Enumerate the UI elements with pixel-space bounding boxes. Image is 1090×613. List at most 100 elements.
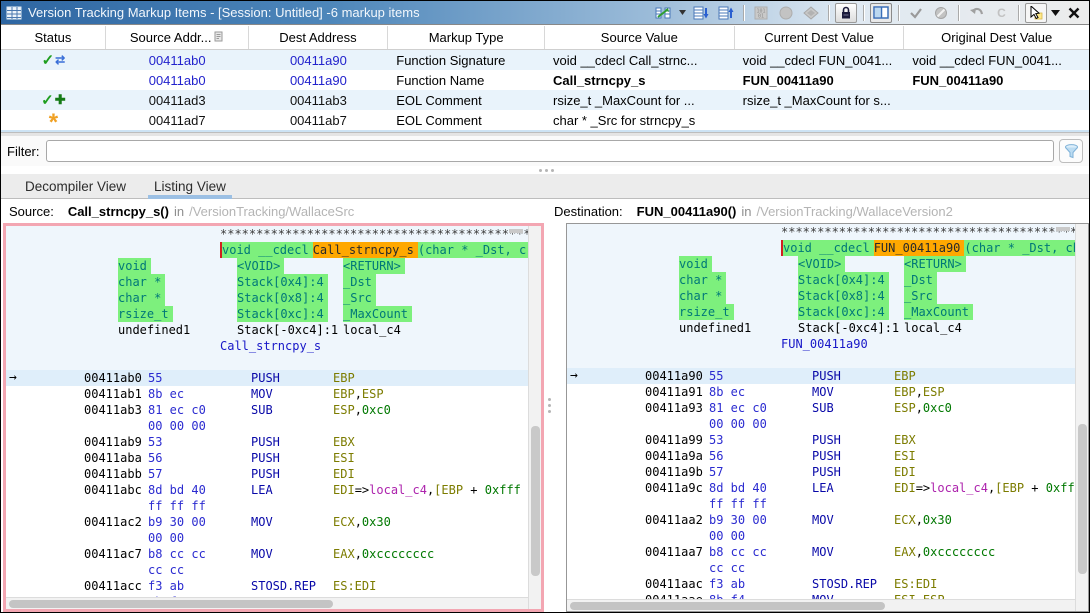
horizontal-scrollbar[interactable] bbox=[6, 597, 528, 609]
tool-options-caret-icon[interactable] bbox=[1050, 3, 1060, 23]
filter-input[interactable] bbox=[46, 140, 1055, 162]
column-header-markup-type[interactable]: Markup Type bbox=[388, 26, 545, 49]
table-body: ✓⇄00411ab000411a90Function Signaturevoid… bbox=[1, 50, 1089, 130]
table-arrow-up-icon[interactable] bbox=[715, 3, 737, 23]
instruction-bytes-continuation[interactable]: cc cc bbox=[567, 560, 1088, 576]
instruction-operands: EBP,ESP bbox=[333, 386, 541, 402]
column-header-source-addr-[interactable]: Source Addr... bbox=[106, 26, 249, 49]
instruction-line[interactable]: 00411aa2b9 30 00MOVECX,0x30 bbox=[567, 512, 1088, 528]
instruction-line[interactable]: 00411ac7b8 cc ccMOVEAX,0xcccccccc bbox=[6, 546, 541, 562]
vertical-scrollbar[interactable] bbox=[528, 226, 541, 609]
tab-listing-view[interactable]: Listing View bbox=[140, 175, 240, 198]
instruction-address: 00411abb bbox=[84, 466, 148, 482]
instruction-line[interactable]: 00411a9381 ec c0SUBESP,0xc0 bbox=[567, 400, 1088, 416]
variable-line[interactable]: rsize_tStack[0xc]:4_MaxCount bbox=[567, 304, 1088, 320]
plate-comment-line[interactable]: ****************************************… bbox=[567, 224, 1088, 240]
variable-line[interactable]: char *Stack[0x8]:4_Src bbox=[6, 290, 541, 306]
variable-type: char * bbox=[679, 288, 726, 304]
markup-table-row[interactable]: 00411ab000411a90Function NameCall_strncp… bbox=[1, 70, 1089, 90]
source-listing[interactable]: ****************************************… bbox=[6, 226, 541, 609]
source-listing-panel[interactable]: ****************************************… bbox=[3, 223, 544, 612]
column-header-dest-address[interactable]: Dest Address bbox=[249, 26, 389, 49]
instruction-line[interactable]: →00411a9055PUSHEBP bbox=[567, 368, 1088, 384]
instruction-line[interactable]: 00411accf3 abSTOSD.REPES:EDI bbox=[6, 578, 541, 594]
instruction-address: 00411a9b bbox=[645, 464, 709, 480]
tab-decompiler-view[interactable]: Decompiler View bbox=[11, 175, 140, 198]
instruction-line[interactable]: 00411aacf3 abSTOSD.REPES:EDI bbox=[567, 576, 1088, 592]
instruction-line[interactable]: 00411a918b ecMOVEBP,ESP bbox=[567, 384, 1088, 400]
column-header-status[interactable]: Status bbox=[1, 26, 106, 49]
instruction-line[interactable]: 00411a9953PUSHEBX bbox=[567, 432, 1088, 448]
variable-line[interactable]: void<VOID><RETURN> bbox=[567, 256, 1088, 272]
dual-panel-icon[interactable] bbox=[870, 3, 892, 23]
table-arrow-down-icon[interactable] bbox=[690, 3, 712, 23]
variable-line[interactable]: undefined1Stack[-0xc4]:1local_c4 bbox=[567, 320, 1088, 336]
instruction-line[interactable]: 00411ab18b ecMOVEBP,ESP bbox=[6, 386, 541, 402]
undo-icon bbox=[965, 3, 987, 23]
instruction-bytes-continuation[interactable]: ff ff ff bbox=[567, 496, 1088, 512]
horizontal-scrollbar[interactable] bbox=[567, 599, 1075, 611]
instruction-operands: EBX bbox=[894, 432, 1088, 448]
source-header: Source: Call_strncpy_s() in /VersionTrac… bbox=[1, 204, 546, 219]
instruction-bytes-continuation[interactable]: cc cc bbox=[6, 562, 541, 578]
instruction-line[interactable]: 00411a9a56PUSHESI bbox=[567, 448, 1088, 464]
filter-label: Filter: bbox=[7, 144, 40, 159]
column-header-source-value[interactable]: Source Value bbox=[545, 26, 735, 49]
column-header-current-dest-value[interactable]: Current Dest Value bbox=[735, 26, 905, 49]
destination-listing-panel[interactable]: ****************************************… bbox=[566, 223, 1089, 612]
instruction-line[interactable]: 00411a9c8d bd 40LEAEDI=>local_c4,[EBP + … bbox=[567, 480, 1088, 496]
instruction-bytes-continuation[interactable]: 00 00 00 bbox=[567, 416, 1088, 432]
instruction-line[interactable]: 00411abb57PUSHEDI bbox=[6, 466, 541, 482]
binary-101-icon: 101 01 bbox=[750, 3, 772, 23]
titlebar-toolbar: 101 01 bbox=[652, 3, 1089, 23]
instruction-bytes-continuation[interactable]: 00 00 bbox=[567, 528, 1088, 544]
markup-table-row[interactable]: ✓⇄00411ab000411a90Function Signaturevoid… bbox=[1, 50, 1089, 70]
instruction-operands: EAX,0xcccccccc bbox=[333, 546, 541, 562]
variable-storage: Stack[0x8]:4 bbox=[798, 288, 889, 304]
variable-line[interactable]: void<VOID><RETURN> bbox=[6, 258, 541, 274]
plate-comment-line[interactable]: ****************************************… bbox=[6, 226, 541, 242]
function-label-line[interactable]: FUN_00411a90 bbox=[567, 336, 1088, 352]
markup-table-row[interactable]: *00411ad700411ab7EOL Commentchar * _Src … bbox=[1, 110, 1089, 130]
instruction-bytes-continuation[interactable]: 00 00 bbox=[6, 530, 541, 546]
function-signature-line[interactable]: void __cdecl Call_strncpy_s(char * _Dst,… bbox=[6, 242, 541, 258]
destination-header: Destination: FUN_00411a90() in /VersionT… bbox=[546, 204, 1089, 219]
instruction-line[interactable]: 00411aba56PUSHESI bbox=[6, 450, 541, 466]
horizontal-splitter[interactable] bbox=[1, 166, 1089, 174]
instruction-line[interactable]: 00411ac2b9 30 00MOVECX,0x30 bbox=[6, 514, 541, 530]
function-signature-line[interactable]: void __cdecl FUN_00411a90(char * _Dst, c… bbox=[567, 240, 1088, 256]
instruction-mnemonic: STOSD.REP bbox=[812, 576, 894, 592]
instruction-address: 00411ac7 bbox=[84, 546, 148, 562]
variable-type: undefined1 bbox=[679, 320, 755, 336]
variable-line[interactable]: char *Stack[0x4]:4_Dst bbox=[6, 274, 541, 290]
lock-icon[interactable] bbox=[835, 3, 857, 23]
destination-listing[interactable]: ****************************************… bbox=[567, 224, 1088, 608]
vertical-scrollbar[interactable] bbox=[1075, 224, 1088, 611]
column-header-original-dest-value[interactable]: Original Dest Value bbox=[904, 26, 1089, 49]
instruction-bytes-continuation[interactable]: 00 00 00 bbox=[6, 418, 541, 434]
instruction-line[interactable]: 00411a9b57PUSHEDI bbox=[567, 464, 1088, 480]
instruction-mnemonic: STOSD.REP bbox=[251, 578, 333, 594]
funnel-icon[interactable] bbox=[1059, 139, 1083, 163]
variable-storage: Stack[0xc]:4 bbox=[237, 306, 328, 322]
instruction-line[interactable]: 00411aa7b8 cc ccMOVEAX,0xcccccccc bbox=[567, 544, 1088, 560]
cursor-arrow-icon[interactable] bbox=[1025, 3, 1047, 23]
function-label-line[interactable]: Call_strncpy_s bbox=[6, 338, 541, 354]
instruction-line[interactable]: 00411ab953PUSHEBX bbox=[6, 434, 541, 450]
variable-line[interactable]: char *Stack[0x8]:4_Src bbox=[567, 288, 1088, 304]
instruction-line[interactable]: →00411ab055PUSHEBP bbox=[6, 370, 541, 386]
markup-table-row[interactable]: ✓✚00411ad300411ab3EOL Commentrsize_t _Ma… bbox=[1, 90, 1089, 110]
blank-line[interactable] bbox=[567, 352, 1088, 368]
instruction-line[interactable]: 00411abc8d bd 40LEAEDI=>local_c4,[EBP + … bbox=[6, 482, 541, 498]
apply-markup-dropdown-caret-icon[interactable] bbox=[677, 3, 687, 23]
toolbar-separator bbox=[958, 5, 959, 21]
variable-line[interactable]: undefined1Stack[-0xc4]:1local_c4 bbox=[6, 322, 541, 338]
variable-line[interactable]: rsize_tStack[0xc]:4_MaxCount bbox=[6, 306, 541, 322]
close-icon[interactable] bbox=[1063, 3, 1085, 23]
variable-line[interactable]: char *Stack[0x4]:4_Dst bbox=[567, 272, 1088, 288]
vertical-splitter[interactable] bbox=[548, 398, 551, 413]
instruction-line[interactable]: 00411ab381 ec c0SUBESP,0xc0 bbox=[6, 402, 541, 418]
instruction-bytes-continuation[interactable]: ff ff ff bbox=[6, 498, 541, 514]
apply-markup-icon[interactable] bbox=[652, 3, 674, 23]
blank-line[interactable] bbox=[6, 354, 541, 370]
